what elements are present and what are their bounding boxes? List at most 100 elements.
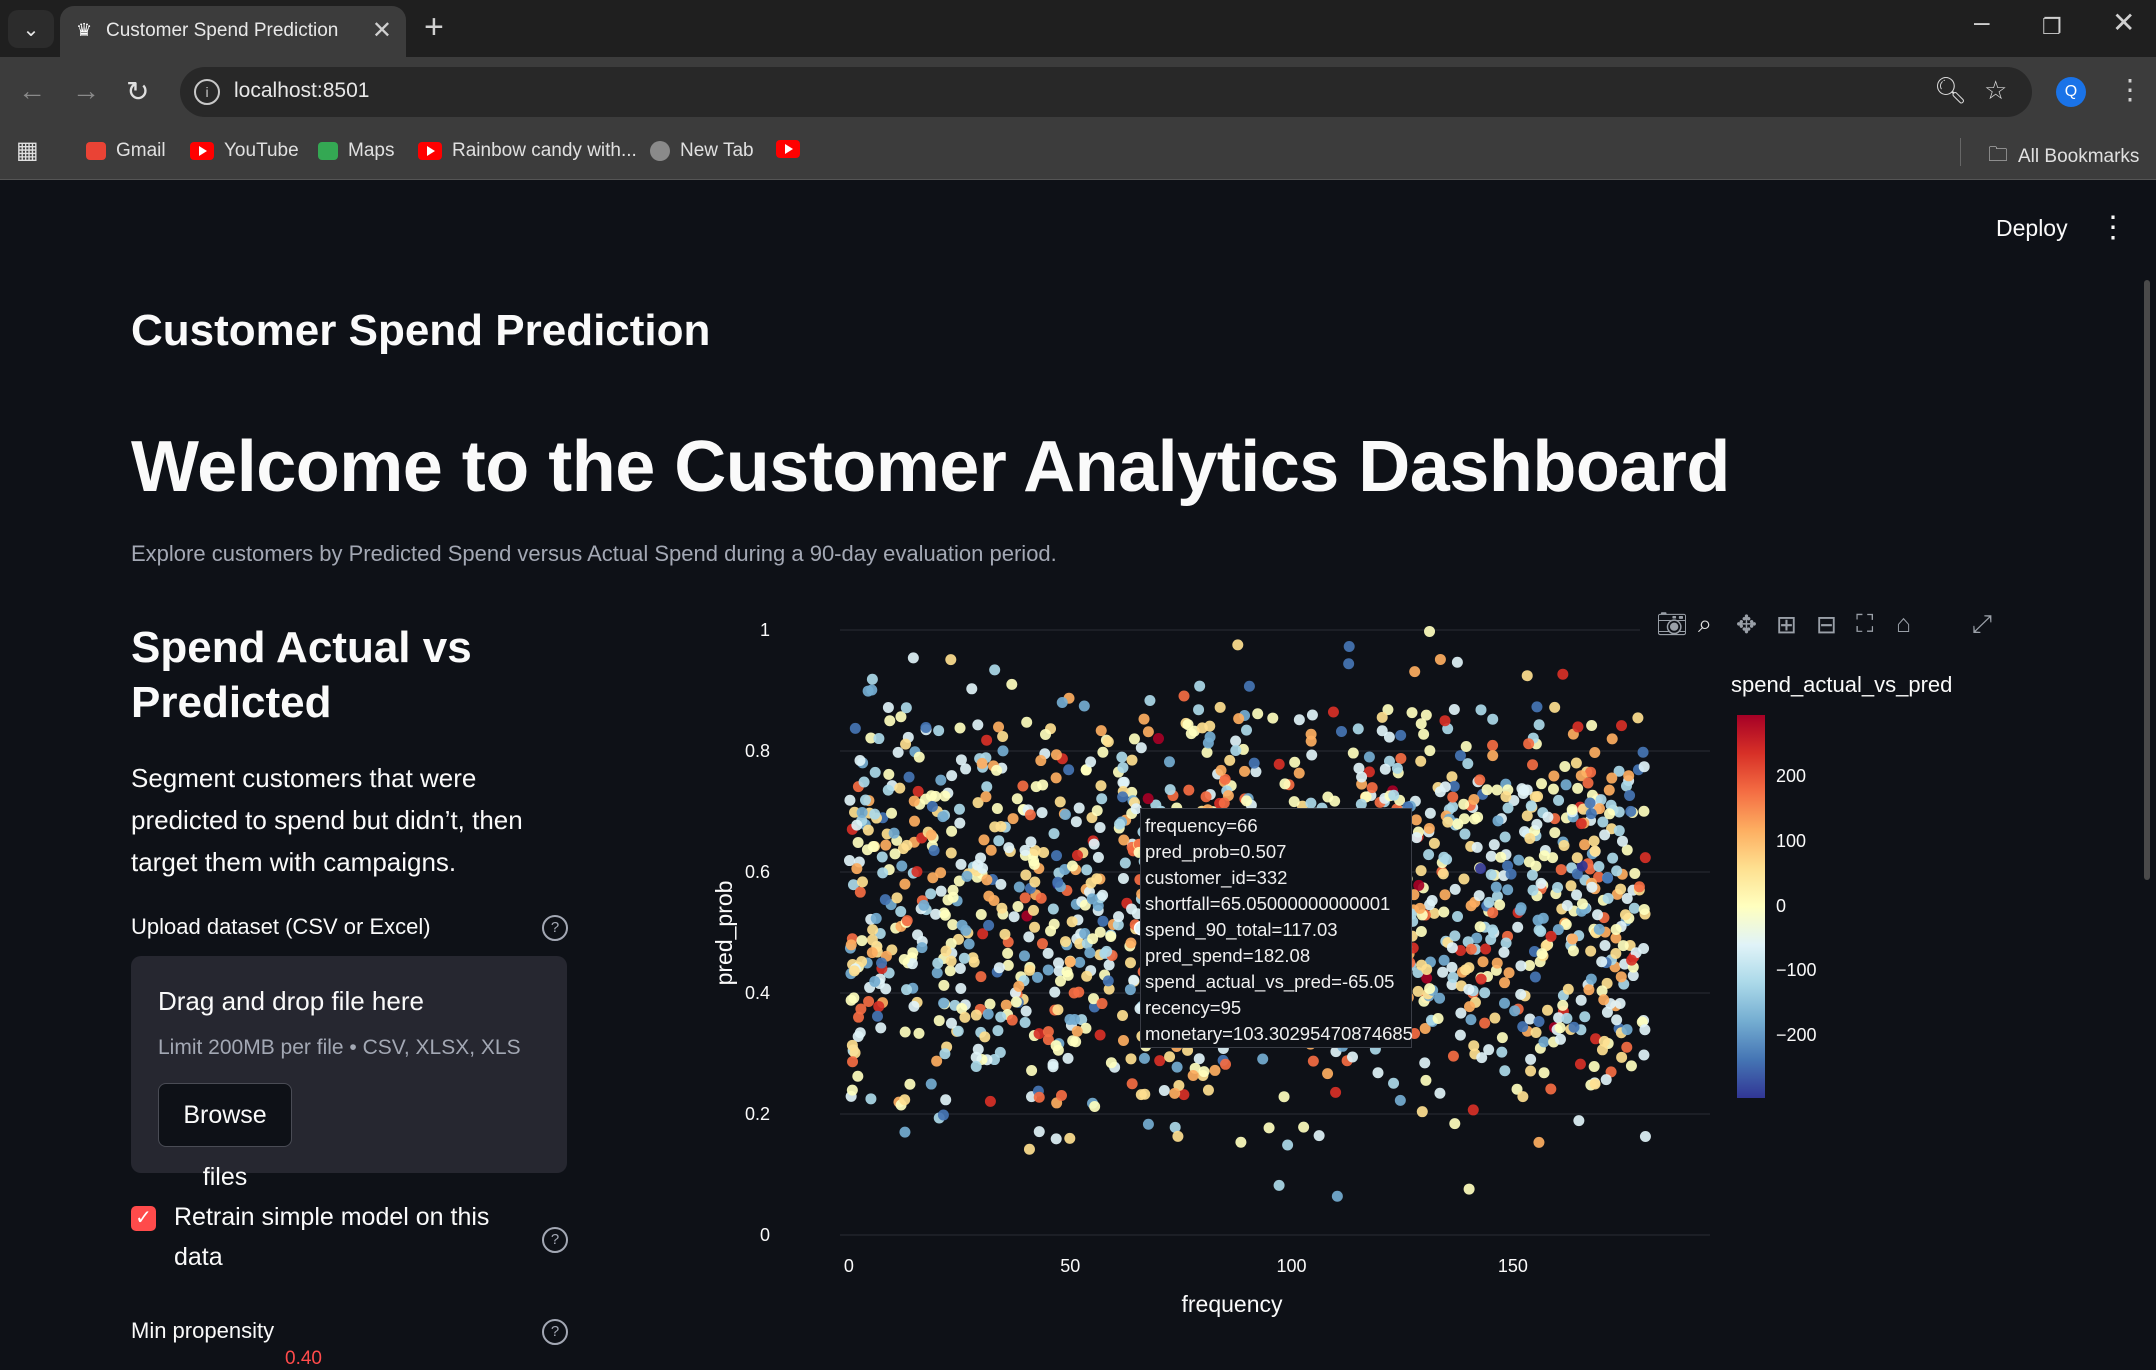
scatter-point[interactable] <box>1095 780 1107 792</box>
scatter-point[interactable] <box>1411 832 1423 844</box>
scatter-point[interactable] <box>1418 728 1430 740</box>
scatter-point[interactable] <box>1101 945 1113 957</box>
scatter-point[interactable] <box>1589 1078 1601 1090</box>
scatter-point[interactable] <box>912 785 924 797</box>
scatter-point[interactable] <box>1424 807 1436 819</box>
scatter-point[interactable] <box>1092 851 1104 863</box>
scatter-point[interactable] <box>882 702 894 714</box>
scatter-point[interactable] <box>945 847 957 859</box>
scatter-point[interactable] <box>1460 740 1472 752</box>
scatter-point[interactable] <box>1008 911 1020 923</box>
scatter-point[interactable] <box>1487 750 1499 762</box>
scatter-point[interactable] <box>995 878 1007 890</box>
scatter-point[interactable] <box>1452 818 1464 830</box>
scatter-point[interactable] <box>1230 735 1242 747</box>
scatter-point[interactable] <box>946 825 958 837</box>
scatter-point[interactable] <box>1329 795 1341 807</box>
scatter-point[interactable] <box>1028 858 1040 870</box>
scatter-point[interactable] <box>939 1048 951 1060</box>
scatter-point[interactable] <box>908 795 920 807</box>
scatter-point[interactable] <box>1224 754 1236 766</box>
scatter-point[interactable] <box>1171 1061 1183 1073</box>
bookmark-rainbow-candy[interactable]: Rainbow candy with... <box>418 140 637 162</box>
scatter-point[interactable] <box>970 1061 982 1073</box>
scatter-point[interactable] <box>1571 889 1583 901</box>
zoom-out-icon[interactable]: ⊟ <box>1816 610 1837 640</box>
scatter-point[interactable] <box>1610 924 1622 936</box>
scatter-point[interactable] <box>1529 971 1541 983</box>
scatter-point[interactable] <box>1480 943 1492 955</box>
scatter-point[interactable] <box>1096 793 1108 805</box>
scatter-point[interactable] <box>1366 782 1378 794</box>
scatter-point[interactable] <box>869 975 881 987</box>
scatter-point[interactable] <box>1616 720 1628 732</box>
scatter-point[interactable] <box>931 1055 943 1067</box>
scatter-point[interactable] <box>861 844 873 856</box>
scatter-point[interactable] <box>1570 757 1582 769</box>
scatter-point[interactable] <box>935 774 947 786</box>
scatter-point[interactable] <box>1135 742 1147 754</box>
scatter-point[interactable] <box>1391 762 1403 774</box>
scatter-point[interactable] <box>958 952 970 964</box>
scatter-point[interactable] <box>1447 791 1459 803</box>
scatter-point[interactable] <box>1424 625 1436 637</box>
scatter-point[interactable] <box>847 1056 859 1068</box>
scatter-point[interactable] <box>1125 1053 1137 1065</box>
scatter-point[interactable] <box>1020 1005 1032 1017</box>
scatter-point[interactable] <box>1545 1083 1557 1095</box>
scatter-point[interactable] <box>1554 1033 1566 1045</box>
scatter-point[interactable] <box>940 945 952 957</box>
scatter-point[interactable] <box>1558 840 1570 852</box>
scatter-point[interactable] <box>1376 725 1388 737</box>
scatter-point[interactable] <box>1307 1055 1319 1067</box>
scatter-point[interactable] <box>1437 966 1449 978</box>
scatter-point[interactable] <box>1503 967 1515 979</box>
scatter-point[interactable] <box>975 908 987 920</box>
scatter-point[interactable] <box>1474 921 1486 933</box>
scatter-point[interactable] <box>1035 892 1047 904</box>
scatter-point[interactable] <box>1010 996 1022 1008</box>
scatter-point[interactable] <box>1499 831 1511 843</box>
scatter-point[interactable] <box>1633 881 1645 893</box>
scatter-point[interactable] <box>954 963 966 975</box>
scatter-point[interactable] <box>1463 962 1475 974</box>
scatter-point[interactable] <box>1500 937 1512 949</box>
scatter-point[interactable] <box>1144 695 1156 707</box>
scatter-point[interactable] <box>1172 1130 1184 1142</box>
scatter-point[interactable] <box>1278 1091 1290 1103</box>
scatter-point[interactable] <box>1414 902 1426 914</box>
scatter-point[interactable] <box>1515 988 1527 1000</box>
scatter-point[interactable] <box>1568 1021 1580 1033</box>
scatter-point[interactable] <box>1049 986 1061 998</box>
scatter-point[interactable] <box>1438 954 1450 966</box>
scatter-point[interactable] <box>1589 845 1601 857</box>
scatter-point[interactable] <box>947 919 959 931</box>
close-window-icon[interactable]: ✕ <box>2112 6 2135 39</box>
scatter-point[interactable] <box>1502 884 1514 896</box>
scatter-point[interactable] <box>1521 810 1533 822</box>
scatter-point[interactable] <box>1064 956 1076 968</box>
scatter-point[interactable] <box>1525 800 1537 812</box>
scatter-point[interactable] <box>1488 839 1500 851</box>
scatter-point[interactable] <box>1116 751 1128 763</box>
scatter-point[interactable] <box>1530 1026 1542 1038</box>
scatter-point[interactable] <box>843 855 855 867</box>
scatter-point[interactable] <box>1623 770 1635 782</box>
scatter-point[interactable] <box>1567 933 1579 945</box>
scatter-point[interactable] <box>892 746 904 758</box>
scatter-point[interactable] <box>879 894 891 906</box>
scatter-point[interactable] <box>972 719 984 731</box>
scatter-point[interactable] <box>1064 1132 1076 1144</box>
scatter-point[interactable] <box>1553 794 1565 806</box>
scatter-point[interactable] <box>1327 706 1339 718</box>
scatter-point[interactable] <box>1094 822 1106 834</box>
scatter-point[interactable] <box>913 1027 925 1039</box>
scatter-point[interactable] <box>858 776 870 788</box>
scatter-point[interactable] <box>1561 900 1573 912</box>
scatter-point[interactable] <box>875 1022 887 1034</box>
scatter-point[interactable] <box>938 997 950 1009</box>
scatter-point[interactable] <box>1432 1013 1444 1025</box>
scatter-point[interactable] <box>920 721 932 733</box>
scatter-point[interactable] <box>1517 1091 1529 1103</box>
scatter-point[interactable] <box>1616 1051 1628 1063</box>
